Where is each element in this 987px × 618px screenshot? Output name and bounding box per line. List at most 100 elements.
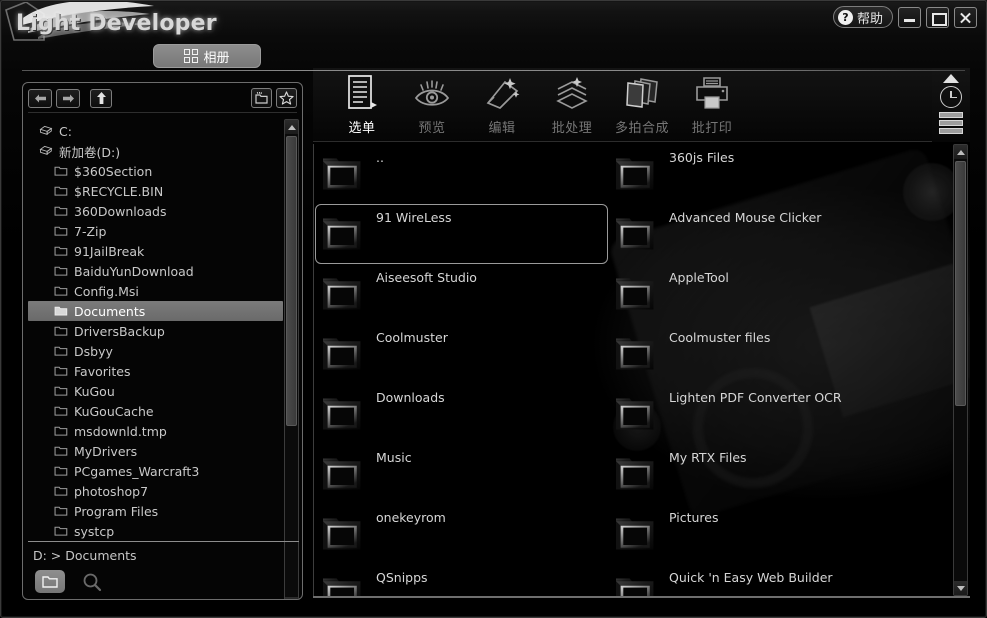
file-item-label: Aiseesoft Studio	[376, 270, 477, 285]
folder-icon	[616, 218, 654, 250]
folder-icon	[54, 466, 68, 476]
tree-item-360downloads[interactable]: 360Downloads	[28, 201, 278, 221]
file-item[interactable]: Coolmuster files	[608, 324, 901, 384]
tree-item-mydrivers[interactable]: MyDrivers	[28, 441, 278, 461]
help-button[interactable]: ? 帮助	[832, 6, 893, 28]
toolbar-item-label: 批处理	[551, 121, 593, 136]
file-item-label: AppleTool	[669, 270, 729, 285]
list-view-icon[interactable]	[939, 112, 963, 134]
tree-item-photoshop7[interactable]: photoshop7	[28, 481, 278, 501]
tree-scrollbar[interactable]	[284, 119, 299, 599]
file-scroll-up-button[interactable]	[954, 145, 967, 159]
file-scroll-down-button[interactable]	[954, 581, 967, 595]
tree-item-favorites[interactable]: Favorites	[28, 361, 278, 381]
file-item[interactable]: ..	[315, 144, 608, 204]
tree-item-program-files[interactable]: Program Files	[28, 501, 278, 521]
multi-shot-merge-icon	[623, 73, 661, 113]
folder-icon	[54, 366, 68, 376]
tree-item-recycle-bin[interactable]: $RECYCLE.BIN	[28, 181, 278, 201]
toolbar-item-2[interactable]: 预览	[397, 73, 467, 136]
back-button[interactable]	[28, 88, 52, 108]
file-item-label: Music	[376, 450, 412, 465]
tree-item-360section[interactable]: $360Section	[28, 161, 278, 181]
arrow-left-icon	[34, 94, 46, 102]
clock-icon[interactable]	[940, 86, 962, 108]
file-grid: .. 360js Files 91 WireLess Advanced Mouse C…	[315, 144, 952, 596]
toolbar-item-1[interactable]: 选单	[327, 73, 397, 136]
collapse-up-arrow-icon[interactable]	[943, 74, 959, 83]
tree-scrollbar-thumb[interactable]	[286, 136, 297, 426]
toolbar-item-3[interactable]: 编辑	[467, 73, 537, 136]
favorites-button[interactable]	[276, 88, 297, 108]
file-item[interactable]: Aiseesoft Studio	[315, 264, 608, 324]
file-item[interactable]: Advanced Mouse Clicker	[608, 204, 901, 264]
tree-item-91jailbreak[interactable]: 91JailBreak	[28, 241, 278, 261]
search-button[interactable]	[79, 570, 105, 593]
maximize-button[interactable]	[926, 6, 949, 28]
tree-item-c[interactable]: C:	[28, 121, 278, 141]
tree-scroll-area: C: 新加卷(D:) $360Section $RECYCLE.BIN 360Downl…	[28, 119, 299, 599]
content-pane: 选单 预览 编辑 批处理 多拍合成 批打印 .. 360js Files 91 WireLes…	[313, 68, 970, 600]
tree-item-documents[interactable]: Documents	[28, 301, 283, 321]
file-item[interactable]: onekeyrom	[315, 504, 608, 564]
file-item-label: QSnipps	[376, 570, 428, 585]
folder-icon	[323, 458, 361, 490]
minimize-button[interactable]	[898, 6, 921, 28]
toolbar-item-6[interactable]: 批打印	[677, 73, 747, 136]
tree-scroll-down-button[interactable]	[285, 597, 298, 599]
forward-button[interactable]	[56, 88, 80, 108]
file-item[interactable]: Coolmuster	[315, 324, 608, 384]
question-mark-icon: ?	[837, 9, 853, 25]
file-item[interactable]: AppleTool	[608, 264, 901, 324]
tab-album[interactable]: 相册	[153, 44, 261, 68]
tree-item-driversbackup[interactable]: DriversBackup	[28, 321, 278, 341]
toolbar-item-5[interactable]: 多拍合成	[607, 73, 677, 136]
file-item[interactable]: Lighten PDF Converter OCR	[608, 384, 901, 444]
tree-item-kugou[interactable]: KuGou	[28, 381, 278, 401]
tree-item-label: systcp	[74, 523, 115, 539]
help-label: 帮助	[856, 11, 883, 27]
new-folder-icon	[255, 91, 268, 104]
tree-item-label: 91JailBreak	[74, 243, 145, 259]
file-item[interactable]: Quick 'n Easy Web Builder	[608, 564, 901, 596]
folder-icon	[54, 286, 68, 296]
tree-item-d[interactable]: 新加卷(D:)	[28, 141, 278, 161]
file-item[interactable]: Downloads	[315, 384, 608, 444]
file-item[interactable]: Music	[315, 444, 608, 504]
tree-item-label: KuGouCache	[74, 403, 154, 419]
tree-item-label: BaiduYunDownload	[74, 263, 194, 279]
tree-bottom-toolbar	[35, 570, 105, 593]
current-path: D: > Documents	[33, 548, 137, 563]
file-item-label: ..	[376, 150, 384, 165]
tree-item-systcp[interactable]: systcp	[28, 521, 278, 541]
file-scrollbar-thumb[interactable]	[955, 161, 966, 406]
tree-item-kugoucache[interactable]: KuGouCache	[28, 401, 278, 421]
file-item[interactable]: QSnipps	[315, 564, 608, 596]
close-button[interactable]	[954, 6, 977, 28]
tree-scroll-up-button[interactable]	[285, 120, 298, 134]
file-item[interactable]: My RTX Files	[608, 444, 901, 504]
new-folder-button[interactable]	[251, 88, 272, 108]
file-browser-area: .. 360js Files 91 WireLess Advanced Mouse C…	[315, 144, 952, 596]
up-button[interactable]	[90, 88, 112, 108]
tree-item-dsbyy[interactable]: Dsbyy	[28, 341, 278, 361]
file-item[interactable]: 91 WireLess	[315, 204, 608, 264]
tree-item-pcgames-warcraft3[interactable]: PCgames_Warcraft3	[28, 461, 278, 481]
edit-magic-icon	[483, 73, 521, 113]
folder-icon	[323, 518, 361, 550]
toolbar-item-4[interactable]: 批处理	[537, 73, 607, 136]
folder-icon	[323, 398, 361, 430]
file-item[interactable]: 360js Files	[608, 144, 901, 204]
tree-item-msdownld-tmp[interactable]: msdownld.tmp	[28, 421, 278, 441]
browse-folder-button[interactable]	[35, 570, 65, 593]
tree-item-label: 新加卷(D:)	[59, 144, 121, 160]
file-item[interactable]: Pictures	[608, 504, 901, 564]
file-list-scrollbar[interactable]	[953, 144, 968, 596]
tree-item-7-zip[interactable]: 7-Zip	[28, 221, 278, 241]
tree-item-baiduyundownload[interactable]: BaiduYunDownload	[28, 261, 278, 281]
file-item-label: 360js Files	[669, 150, 735, 165]
tree-item-config-msi[interactable]: Config.Msi	[28, 281, 278, 301]
menu-document-icon	[345, 73, 379, 113]
toolbar-item-label: 预览	[418, 121, 446, 136]
arrow-right-icon	[62, 94, 74, 102]
